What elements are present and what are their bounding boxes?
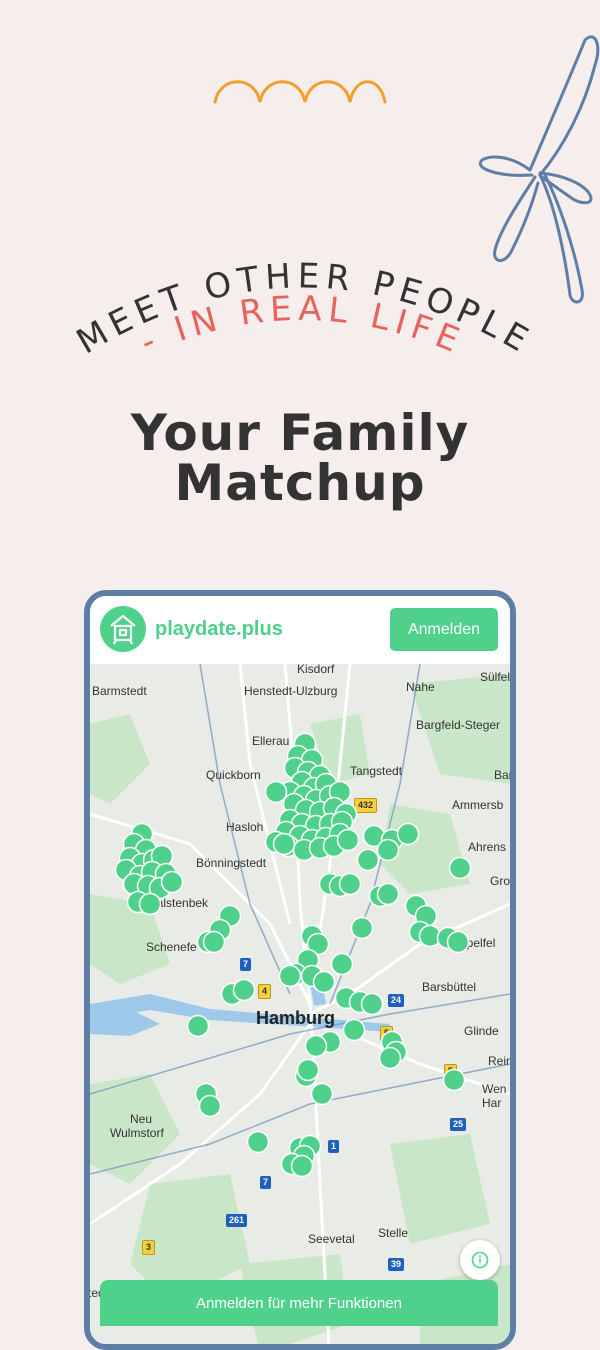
family-marker[interactable] <box>296 1058 320 1082</box>
family-marker[interactable] <box>138 892 162 916</box>
family-marker[interactable] <box>448 856 472 880</box>
family-marker[interactable] <box>198 1094 222 1118</box>
family-marker[interactable] <box>446 930 470 954</box>
map-view[interactable]: Kisdorf Barmstedt Henstedt-Ulzburg Nahe … <box>90 662 510 1344</box>
family-marker[interactable] <box>278 964 302 988</box>
family-marker[interactable] <box>396 822 420 846</box>
family-marker[interactable] <box>330 952 354 976</box>
login-more-features-button[interactable]: Anmelden für mehr Funktionen <box>100 1280 498 1326</box>
brand-name[interactable]: playdate.plus <box>155 618 283 641</box>
orange-swirl-decoration <box>213 80 387 104</box>
family-marker[interactable] <box>442 1068 466 1092</box>
arc-heading: MEET OTHER PEOPLE - IN REAL LIFE <box>70 256 534 363</box>
family-marker[interactable] <box>376 838 400 862</box>
family-marker[interactable] <box>338 872 362 896</box>
headline-line-1: Your Family <box>130 404 470 462</box>
family-marker[interactable] <box>336 828 360 852</box>
info-icon <box>471 1251 489 1269</box>
headline-line-2: Matchup <box>174 454 426 512</box>
family-marker[interactable] <box>310 1082 334 1106</box>
family-marker[interactable] <box>360 992 384 1016</box>
family-marker[interactable] <box>160 870 184 894</box>
family-marker[interactable] <box>202 930 226 954</box>
login-button[interactable]: Anmelden <box>390 608 498 651</box>
family-marker[interactable] <box>232 978 256 1002</box>
family-marker[interactable] <box>186 1014 210 1038</box>
family-marker[interactable] <box>342 1018 366 1042</box>
family-marker[interactable] <box>272 832 296 856</box>
map-markers <box>114 732 472 1178</box>
family-marker[interactable] <box>246 1130 270 1154</box>
app-header: playdate.plus Anmelden <box>90 596 510 664</box>
family-marker[interactable] <box>376 882 400 906</box>
family-marker[interactable] <box>264 780 288 804</box>
house-icon[interactable] <box>100 606 146 652</box>
family-marker[interactable] <box>312 970 336 994</box>
info-button[interactable] <box>460 1240 500 1280</box>
family-marker[interactable] <box>350 916 374 940</box>
family-marker[interactable] <box>304 1034 328 1058</box>
family-marker[interactable] <box>378 1046 402 1070</box>
phone-mockup: playdate.plus Anmelden Kisdorf Barmstedt… <box>84 590 516 1350</box>
family-marker[interactable] <box>290 1154 314 1178</box>
family-marker[interactable] <box>356 848 380 872</box>
